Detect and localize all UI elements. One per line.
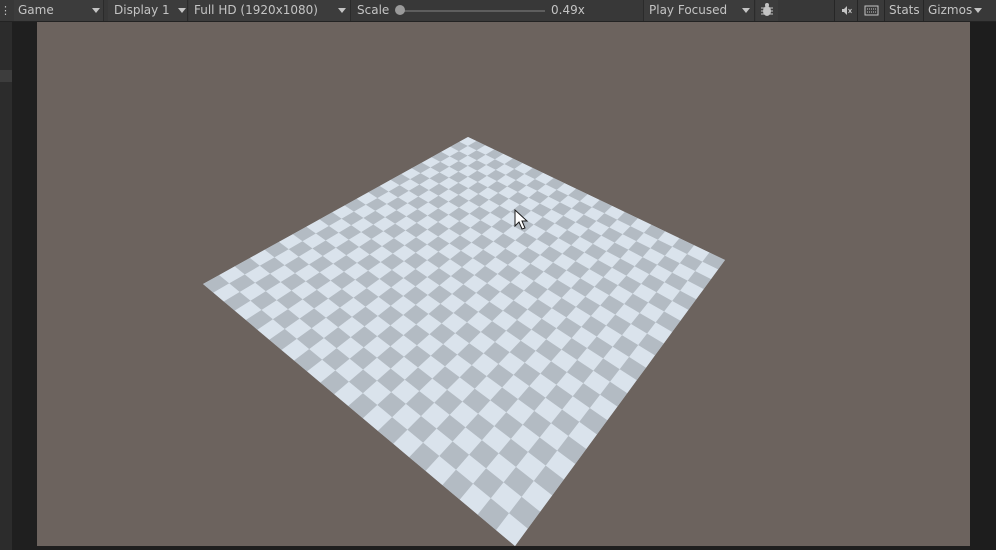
chevron-down-icon — [178, 8, 186, 13]
scene-render — [203, 137, 725, 546]
chevron-down-icon — [742, 8, 750, 13]
game-view-toolbar: ⋮ Game Display 1 Full HD (1920x1080) Sca… — [0, 0, 996, 22]
gizmos-dropdown[interactable] — [972, 0, 996, 21]
display-dropdown[interactable]: Display 1 — [108, 0, 188, 21]
panel-menu-icon[interactable]: ⋮ — [0, 0, 12, 21]
panel-selection-marker — [0, 70, 12, 82]
resolution-dropdown[interactable]: Full HD (1920x1080) — [189, 0, 351, 21]
play-mode-dropdown[interactable]: Play Focused — [643, 0, 755, 21]
scale-value: 0.49x — [551, 3, 585, 17]
bug-icon — [761, 3, 773, 16]
scale-slider-thumb[interactable] — [395, 5, 405, 15]
resolution-label: Full HD (1920x1080) — [194, 3, 318, 17]
left-panel-edge — [0, 22, 12, 550]
display-label: Display 1 — [114, 3, 170, 17]
audio-mute-icon — [842, 6, 852, 15]
play-mode-label: Play Focused — [649, 3, 728, 17]
chevron-down-icon — [338, 8, 346, 13]
stats-button[interactable]: Stats — [885, 0, 921, 21]
scale-label: Scale — [357, 3, 390, 17]
chevron-down-icon — [974, 8, 982, 13]
shortcuts-button[interactable] — [858, 0, 884, 21]
chevron-down-icon — [92, 8, 100, 13]
scale-slider-track[interactable] — [400, 10, 545, 12]
view-type-label: Game — [18, 3, 54, 17]
gizmos-button[interactable]: Gizmos — [924, 0, 972, 21]
right-panel-edge — [970, 22, 996, 550]
keyboard-icon — [864, 5, 879, 16]
view-type-dropdown[interactable]: Game — [14, 0, 104, 21]
mute-audio-button[interactable] — [835, 0, 857, 21]
ground-checker-pattern — [203, 137, 725, 546]
debug-toggle-button[interactable] — [756, 0, 778, 21]
game-viewport[interactable] — [37, 22, 970, 546]
